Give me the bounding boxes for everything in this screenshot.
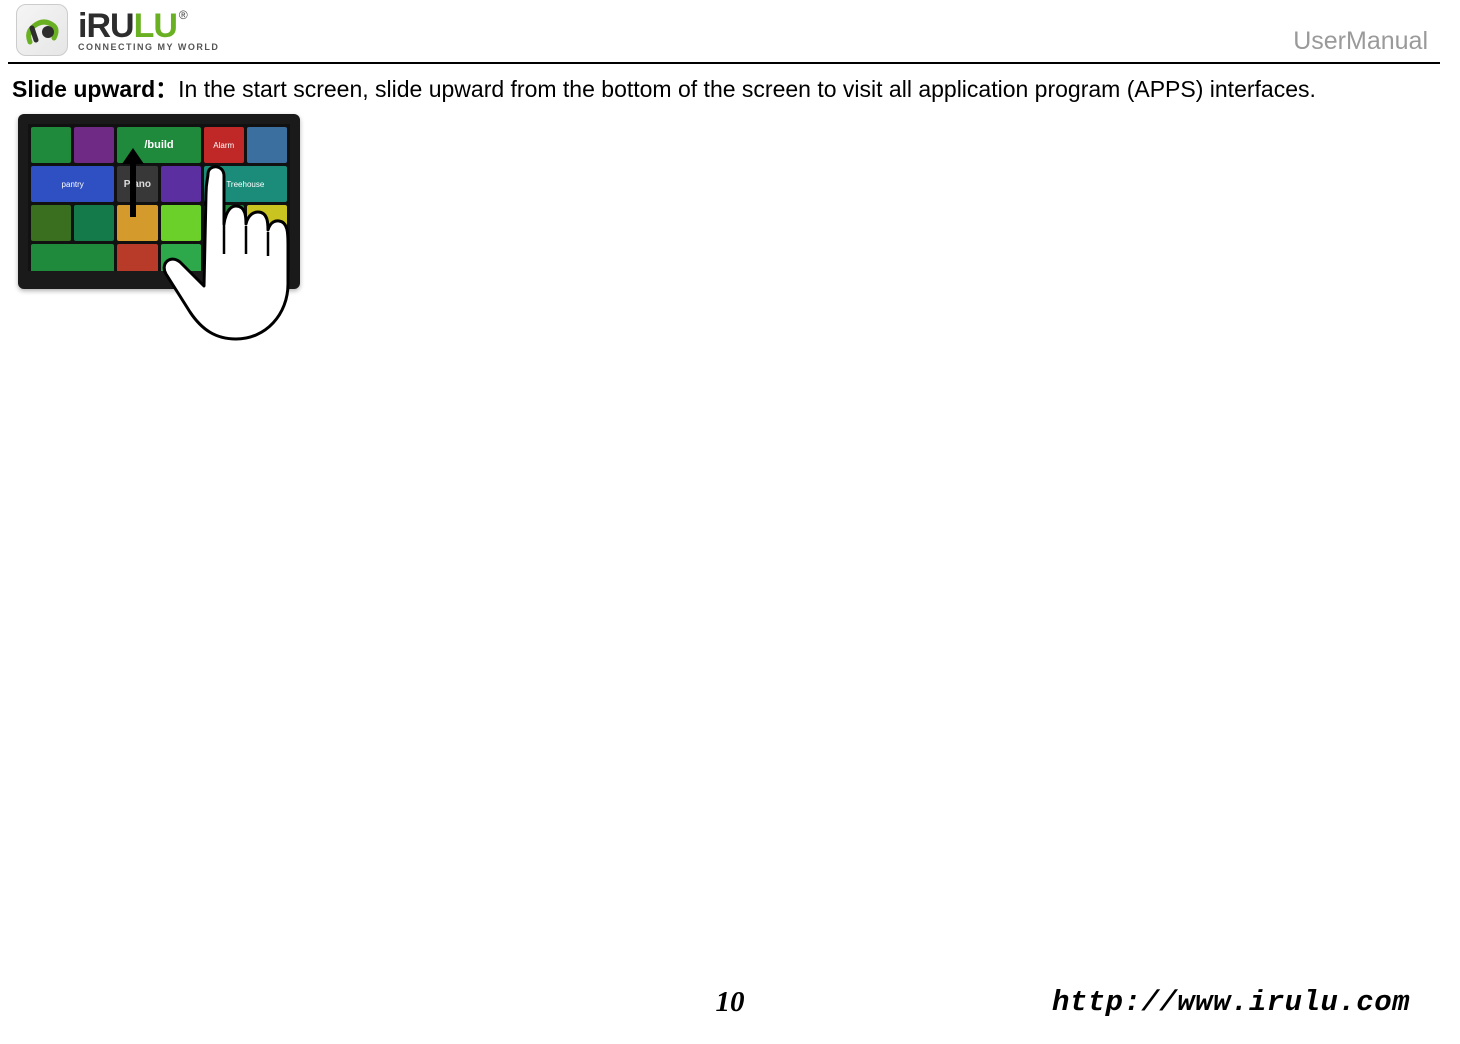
brand-ru: RU [86,9,133,43]
tile-treehouse: Treehouse [204,166,287,202]
brand-logo: i RU LU ® CONNECTING MY WORLD [8,4,219,56]
tablet-frame: /build Alarm pantry Piano Treehouse Wiki… [18,114,300,289]
tile [247,205,287,241]
tile-pantry: pantry [31,166,114,202]
page-header: i RU LU ® CONNECTING MY WORLD UserManual [8,4,1440,64]
brand-tagline: CONNECTING MY WORLD [78,43,219,52]
tile [161,244,201,280]
gesture-illustration: /build Alarm pantry Piano Treehouse Wiki… [18,114,300,338]
tile [74,127,114,163]
document-title: UserManual [1293,27,1440,60]
logo-icon [16,4,68,56]
tile [117,244,157,280]
tile [31,127,71,163]
tile [161,166,201,202]
brand-i: i [78,9,86,43]
page-number: 10 [716,986,745,1019]
instruction-rest: In the start screen, slide upward from t… [178,76,1316,102]
tile [31,205,71,241]
tile-wikipedia: Wikipedia [204,205,244,241]
page: i RU LU ® CONNECTING MY WORLD UserManual… [0,0,1460,1044]
brand-name: i RU LU ® [78,9,219,43]
tile [74,205,114,241]
tile-alarm: Alarm [204,127,244,163]
tile [247,127,287,163]
brand-lu: LU [134,9,177,43]
footer-url: http://www.irulu.com [1052,986,1410,1019]
tile [161,205,201,241]
instruction-lead: Slide upward： [12,76,178,102]
trademark-icon: ® [179,9,187,21]
tile-grid: /build Alarm pantry Piano Treehouse Wiki… [28,124,290,271]
instruction-paragraph: Slide upward：In the start screen, slide … [8,70,1440,104]
swipe-up-arrow-icon [118,142,148,222]
tile [31,244,114,280]
page-footer: 10 http://www.irulu.com [0,986,1460,1026]
brand-text: i RU LU ® CONNECTING MY WORLD [78,9,219,52]
